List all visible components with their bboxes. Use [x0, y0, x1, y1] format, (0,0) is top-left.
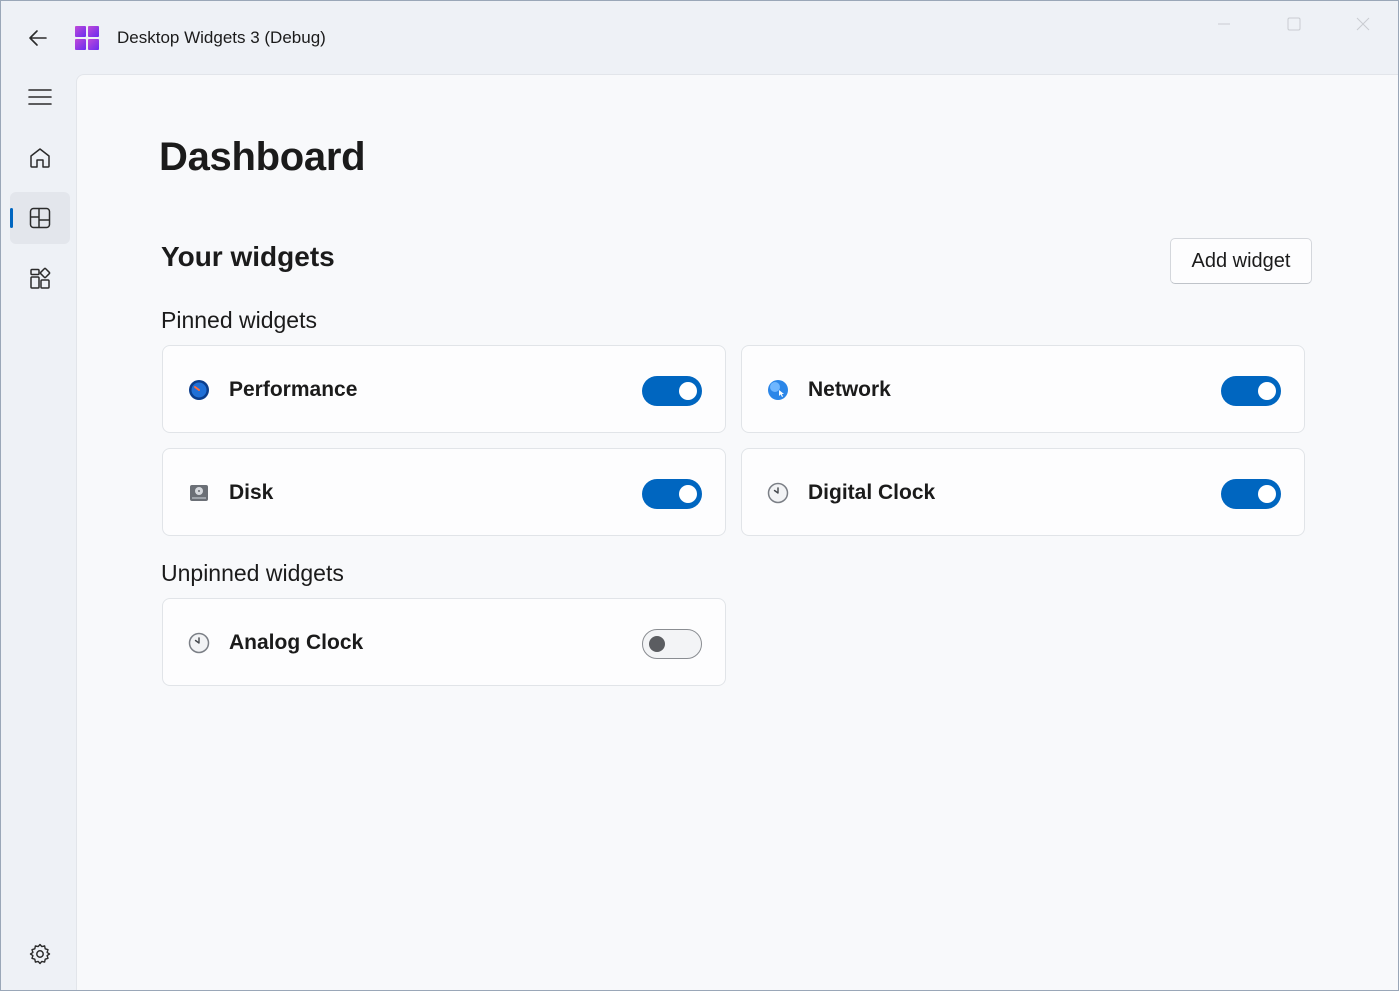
toggle-knob [679, 382, 697, 400]
widget-card-disk: Disk [162, 448, 726, 536]
widget-toggle-performance[interactable] [642, 376, 702, 406]
widget-card-analog-clock: Analog Clock [162, 598, 726, 686]
network-icon [768, 380, 788, 400]
close-button[interactable] [1328, 1, 1398, 47]
add-widget-button[interactable]: Add widget [1170, 238, 1312, 284]
nav-menu-button[interactable] [10, 71, 70, 123]
minimize-button[interactable] [1189, 1, 1259, 47]
nav-settings[interactable] [10, 928, 70, 980]
widget-card-network: Network [741, 345, 1305, 433]
nav-dashboard[interactable] [10, 192, 70, 244]
close-icon [1356, 17, 1370, 31]
nav-home[interactable] [10, 132, 70, 184]
widget-card-performance: Performance [162, 345, 726, 433]
home-icon [30, 148, 50, 168]
widget-toggle-disk[interactable] [642, 479, 702, 509]
clock-icon [767, 482, 789, 504]
widget-label: Analog Clock [229, 631, 364, 654]
nav-widget-store[interactable] [10, 253, 70, 305]
performance-icon [189, 380, 209, 400]
unpinned-widgets-label: Unpinned widgets [161, 560, 344, 586]
maximize-button[interactable] [1259, 1, 1329, 47]
back-arrow-icon [29, 30, 47, 46]
pinned-widgets-label: Pinned widgets [161, 307, 317, 333]
minimize-icon [1218, 23, 1230, 25]
dashboard-icon [29, 207, 51, 229]
clock-icon [188, 632, 210, 654]
section-title: Your widgets [161, 241, 335, 272]
content-panel: Dashboard Your widgets Add widget Pinned… [76, 74, 1398, 990]
app-logo-icon [75, 26, 99, 50]
widget-label: Disk [229, 481, 274, 504]
toggle-knob [1258, 382, 1276, 400]
back-button[interactable] [21, 23, 55, 53]
app-title: Desktop Widgets 3 (Debug) [117, 28, 326, 47]
widgets-icon [30, 267, 51, 289]
widget-label: Digital Clock [808, 481, 936, 504]
widget-label: Performance [229, 378, 358, 401]
widget-toggle-network[interactable] [1221, 376, 1281, 406]
toggle-knob [679, 485, 697, 503]
maximize-icon [1287, 17, 1301, 31]
widget-label: Network [808, 378, 891, 401]
widget-toggle-digital-clock[interactable] [1221, 479, 1281, 509]
widget-toggle-analog-clock[interactable] [642, 629, 702, 659]
widget-card-digital-clock: Digital Clock [741, 448, 1305, 536]
toggle-knob [1258, 485, 1276, 503]
hamburger-icon [28, 89, 52, 105]
gear-icon [29, 943, 51, 965]
title-bar: Desktop Widgets 3 (Debug) [1, 1, 1398, 75]
selection-indicator [10, 208, 13, 228]
toggle-knob [649, 636, 665, 652]
disk-icon [190, 485, 208, 501]
page-title: Dashboard [159, 135, 366, 179]
app-window: Desktop Widgets 3 (Debug) Dashboard Your… [0, 0, 1399, 991]
